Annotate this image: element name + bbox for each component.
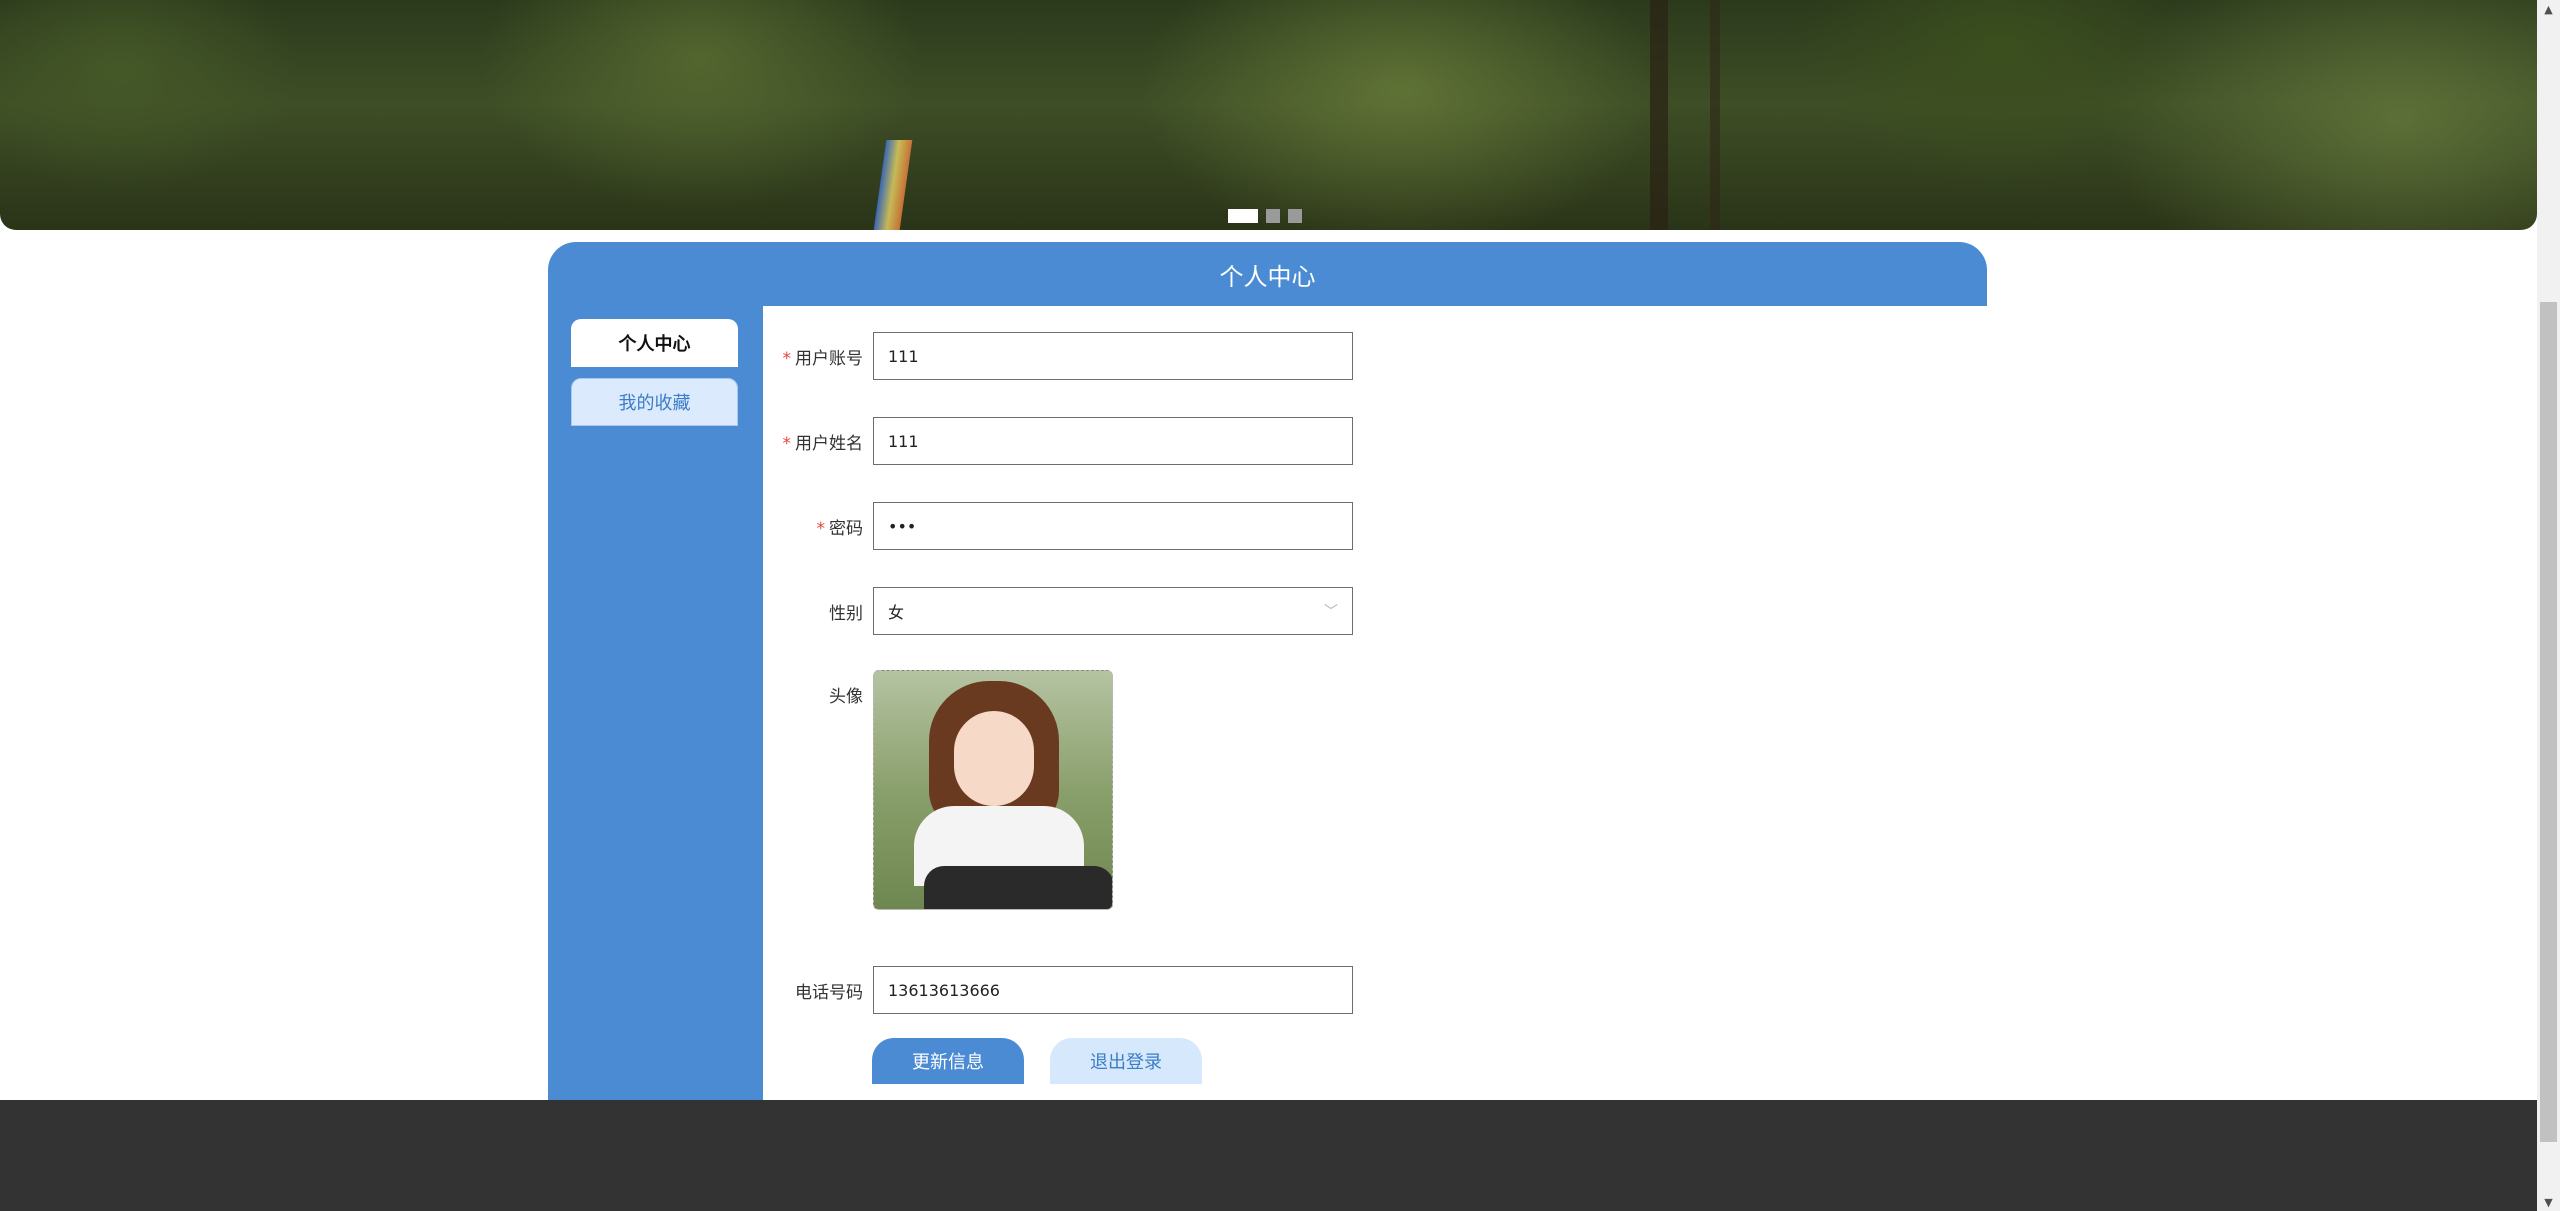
avatar-photo-face: [954, 711, 1034, 806]
sidebar-item-profile[interactable]: 个人中心: [571, 319, 738, 367]
scroll-up-arrow-icon[interactable]: ▲: [2537, 0, 2560, 18]
profile-form: * 用户账号 111 * 用户姓名 111 * 密码 ••• 性别 女 ﹀ 头像 电话…: [763, 306, 1987, 1100]
required-mark: *: [816, 518, 826, 539]
carousel-dot-2[interactable]: [1266, 209, 1280, 223]
name-label-text: 用户姓名: [795, 433, 863, 454]
password-label-text: 密码: [829, 518, 863, 539]
chevron-down-icon: ﹀: [1324, 604, 1338, 620]
name-label: * 用户姓名: [763, 429, 873, 454]
form-row-phone: 电话号码 13613613666: [763, 966, 1353, 1014]
required-mark: *: [782, 433, 792, 454]
password-label: * 密码: [763, 514, 873, 539]
avatar-upload[interactable]: [873, 670, 1113, 910]
avatar-photo-skirt: [924, 866, 1112, 909]
carousel-indicators: [1228, 209, 1302, 223]
gender-select[interactable]: 女 ﹀: [873, 587, 1353, 635]
account-input[interactable]: 111: [873, 332, 1353, 380]
carousel-dot-3[interactable]: [1288, 209, 1302, 223]
carousel-dot-1[interactable]: [1228, 209, 1258, 223]
name-input[interactable]: 111: [873, 417, 1353, 465]
sidebar: 个人中心 我的收藏: [548, 306, 763, 1100]
form-row-avatar: 头像: [763, 670, 1113, 910]
scroll-thumb[interactable]: [2540, 302, 2557, 1142]
banner-tree-trunk: [1650, 0, 1668, 230]
account-label-text: 用户账号: [795, 348, 863, 369]
form-row-password: * 密码 •••: [763, 502, 1353, 550]
form-row-gender: 性别 女 ﹀: [763, 587, 1353, 635]
phone-input[interactable]: 13613613666: [873, 966, 1353, 1014]
scroll-down-arrow-icon[interactable]: ▼: [2537, 1193, 2560, 1211]
form-row-account: * 用户账号 111: [763, 332, 1353, 380]
panel-title: 个人中心: [548, 242, 1987, 306]
logout-button[interactable]: 退出登录: [1050, 1038, 1202, 1084]
form-row-name: * 用户姓名 111: [763, 417, 1353, 465]
account-label: * 用户账号: [763, 344, 873, 369]
gender-select-value: 女: [888, 603, 905, 622]
gender-label: 性别: [829, 603, 863, 624]
banner-carousel: [0, 0, 2537, 230]
sidebar-item-favorites[interactable]: 我的收藏: [571, 378, 738, 426]
password-input[interactable]: •••: [873, 502, 1353, 550]
update-info-button[interactable]: 更新信息: [872, 1038, 1024, 1084]
banner-tree-trunk: [1710, 0, 1720, 230]
page-scrollbar[interactable]: ▲ ▼: [2537, 0, 2560, 1211]
required-mark: *: [782, 348, 792, 369]
phone-label: 电话号码: [795, 982, 863, 1003]
banner-prism: [873, 140, 913, 230]
page-footer: [0, 1100, 2537, 1211]
avatar-label: 头像: [829, 687, 863, 707]
